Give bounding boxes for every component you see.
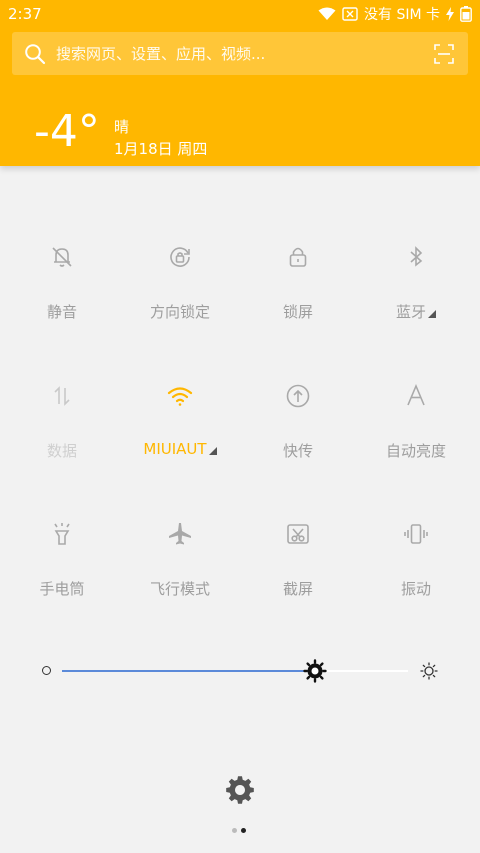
tile-flashlight[interactable]: 手电筒 [3, 521, 121, 631]
no-sim-text: 没有 SIM 卡 [364, 7, 440, 23]
sim-off-icon [342, 7, 358, 21]
tile-flashlight-label: 手电筒 [39, 580, 85, 598]
tile-airplane-mode-label: 飞行模式 [149, 580, 210, 598]
tile-data-label: 数据 [46, 442, 77, 460]
tile-vibrate[interactable]: 振动 [357, 521, 475, 631]
tile-quick-share-label: 快传 [282, 442, 313, 460]
brightness-max-icon [420, 662, 438, 680]
search-input[interactable] [56, 32, 434, 75]
header: 2:37 没有 SIM 卡 -4° 晴 1月18日 周四 [0, 0, 480, 166]
expand-corner-icon [428, 310, 436, 318]
brightness-thumb-icon[interactable] [303, 659, 327, 683]
status-time: 2:37 [8, 5, 42, 23]
brightness-min-icon [42, 666, 51, 675]
tile-rotation-lock-label: 方向锁定 [149, 303, 210, 321]
tile-lock-screen-label: 锁屏 [282, 303, 313, 321]
tile-screenshot-label: 截屏 [282, 580, 313, 598]
weather-condition: 晴 [114, 118, 130, 136]
tile-vibrate-label: 振动 [400, 580, 431, 598]
tile-wifi-text: MIUIAUT [143, 440, 207, 458]
page-dot [232, 828, 237, 833]
tile-wifi[interactable]: MIUIAUT [121, 383, 239, 493]
brightness-control [0, 650, 480, 690]
search-bar[interactable] [12, 32, 468, 75]
gear-icon[interactable] [226, 776, 254, 804]
search-icon [25, 43, 46, 64]
page-indicator [232, 828, 246, 833]
battery-icon [460, 6, 472, 22]
wifi-status-icon [318, 7, 336, 20]
vibrate-icon [404, 524, 428, 544]
tile-auto-brightness-label: 自动亮度 [385, 442, 446, 460]
tile-quick-share[interactable]: 快传 [239, 383, 357, 493]
tile-mute[interactable]: 静音 [3, 244, 121, 354]
charging-icon [446, 7, 454, 21]
tile-bluetooth-label: 蓝牙 [357, 301, 475, 322]
bluetooth-icon [410, 246, 423, 267]
tile-rotation-lock[interactable]: 方向锁定 [121, 244, 239, 354]
brightness-slider-fill [62, 670, 315, 672]
brightness-slider[interactable] [62, 670, 408, 672]
tile-data[interactable]: 数据 [3, 383, 121, 493]
expand-corner-icon [208, 447, 217, 455]
page-dot-active [241, 828, 246, 833]
weather-date: 1月18日 周四 [114, 140, 208, 158]
screenshot-icon [287, 524, 309, 544]
auto-brightness-icon [407, 383, 425, 406]
tile-bluetooth[interactable]: 蓝牙 [357, 244, 475, 354]
tile-screenshot[interactable]: 截屏 [239, 521, 357, 631]
lock-icon [289, 247, 307, 267]
tile-airplane-mode[interactable]: 飞行模式 [121, 521, 239, 631]
upload-icon [286, 384, 310, 408]
tile-wifi-label: MIUIAUT [121, 440, 239, 458]
bell-off-icon [52, 247, 72, 267]
wifi-icon [167, 387, 193, 406]
scan-icon[interactable] [434, 43, 454, 64]
data-arrows-icon [54, 386, 70, 406]
status-icons: 没有 SIM 卡 [318, 4, 472, 24]
flashlight-icon [54, 523, 70, 545]
tile-lock-screen[interactable]: 锁屏 [239, 244, 357, 354]
status-bar: 2:37 没有 SIM 卡 [0, 0, 480, 28]
rotation-lock-icon [170, 247, 190, 267]
airplane-icon [169, 523, 191, 545]
tile-bluetooth-text: 蓝牙 [395, 303, 426, 321]
temperature: -4° [34, 106, 100, 157]
tile-mute-label: 静音 [46, 303, 77, 321]
tile-auto-brightness[interactable]: 自动亮度 [357, 383, 475, 493]
